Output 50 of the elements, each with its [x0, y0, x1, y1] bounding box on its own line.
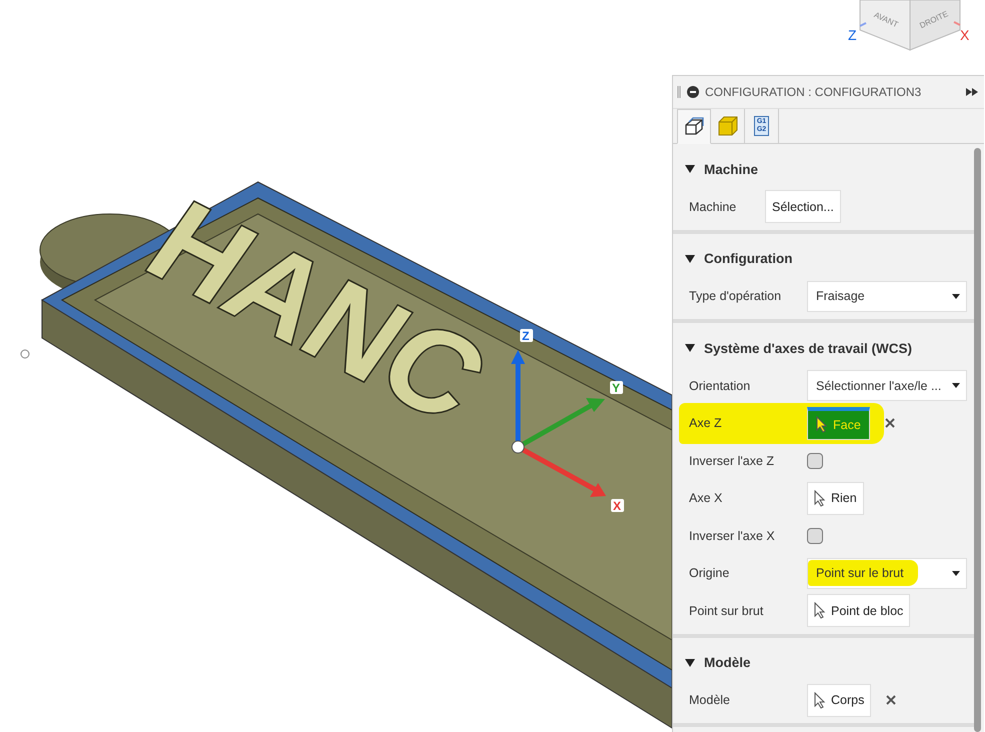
field-label: Origine [689, 566, 730, 580]
caret-icon[interactable] [685, 254, 695, 262]
pointer-icon [814, 602, 826, 620]
stock-box-icon [716, 115, 738, 137]
expand-icon[interactable] [966, 88, 978, 96]
field-label: Type d'opération [689, 289, 782, 304]
caret-icon [952, 383, 960, 388]
field-label: Point sur brut [689, 604, 764, 618]
clear-icon[interactable] [885, 694, 898, 706]
section-title: Machine [704, 162, 758, 176]
axis-label: Z [848, 27, 857, 43]
field-label: Axe X [689, 491, 724, 506]
caret-icon [952, 294, 960, 299]
caret-icon[interactable] [685, 344, 695, 352]
field-label: Modèle [689, 693, 731, 708]
pointer-icon [816, 416, 828, 434]
caret-icon[interactable] [685, 165, 695, 173]
checkbox[interactable] [807, 528, 823, 544]
pivot-marker [20, 350, 30, 358]
section-title: Configuration [704, 251, 792, 266]
grip-icon[interactable] [677, 86, 681, 98]
dropdown[interactable]: Sélectionner l'axe/le ... [807, 370, 967, 402]
axis-label: Y [610, 381, 623, 395]
panel-title: CONFIGURATION : CONFIGURATION3 [705, 85, 922, 99]
section-title: Système d'axes de travail (WCS) [704, 340, 912, 356]
axis-label: X [960, 27, 970, 43]
pointer-icon [814, 490, 826, 507]
dropdown[interactable]: Point sur le brut [807, 558, 967, 589]
selection-button[interactable]: Rien [807, 482, 864, 515]
section-title: Modèle [704, 655, 751, 670]
field-label: Orientation [689, 378, 752, 393]
cube-outline-icon [683, 116, 705, 138]
dropdown[interactable]: Fraisage [807, 280, 967, 312]
field-label: Inverser l'axe X [689, 528, 776, 543]
field-label: Inverser l'axe Z [689, 454, 776, 468]
scrollbar[interactable] [974, 148, 981, 732]
panel-tab[interactable] [677, 109, 711, 144]
selection-button[interactable]: Corps [807, 684, 872, 717]
field-label: Machine [689, 200, 738, 214]
clear-icon[interactable] [884, 417, 896, 430]
collapse-icon[interactable] [687, 86, 699, 98]
caret-icon [952, 570, 960, 576]
machine-select-button[interactable]: Sélection... [765, 190, 841, 224]
axis-label: Z [520, 329, 533, 343]
caret-icon[interactable] [685, 658, 695, 666]
pointer-icon [814, 692, 826, 709]
axis-label: X [611, 499, 624, 513]
checkbox[interactable] [807, 452, 823, 469]
selection-button[interactable]: Point de bloc [807, 594, 910, 628]
field-label: Axe Z [689, 416, 723, 430]
